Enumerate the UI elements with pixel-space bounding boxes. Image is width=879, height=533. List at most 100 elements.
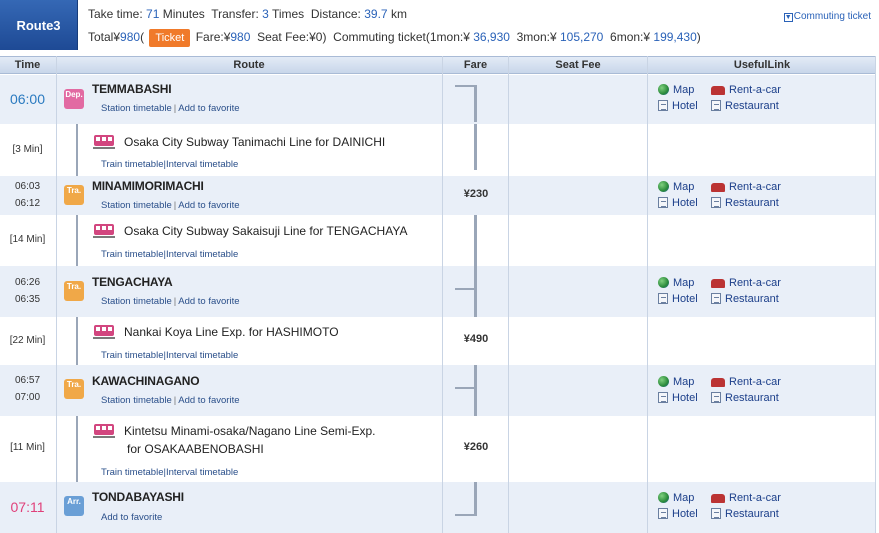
- column-divider: [56, 56, 57, 533]
- col-useful-link: UsefulLink: [733, 59, 791, 71]
- restaurant-link[interactable]: Restaurant: [711, 197, 779, 209]
- map-link[interactable]: Map: [658, 277, 694, 289]
- column-divider: [508, 56, 509, 533]
- restaurant-link[interactable]: Restaurant: [711, 293, 779, 305]
- train-leg-row: [22 Min] Nankai Koya Line Exp. for HASHI…: [0, 317, 876, 365]
- col-fare: Fare: [463, 59, 488, 71]
- rent-a-car-link[interactable]: Rent-a-car: [711, 376, 781, 388]
- ride-duration: [11 Min]: [10, 442, 45, 453]
- restaurant-link-label: Restaurant: [725, 197, 779, 209]
- restaurant-link-label: Restaurant: [725, 392, 779, 404]
- line-name[interactable]: Kintetsu Minami-osaka/Nagano Line Semi-E…: [124, 424, 375, 438]
- arrival-time: 06:26: [14, 277, 41, 288]
- add-favorite-link[interactable]: Add to favorite: [178, 296, 239, 307]
- transfer-unit: Times: [271, 7, 305, 21]
- route-line: [76, 317, 78, 365]
- commuting-ticket-link[interactable]: ▼ Commuting ticket: [783, 11, 871, 22]
- transfer-badge: Tra.: [64, 185, 84, 205]
- commuting-1mon-value: 36,930: [473, 30, 510, 44]
- seat-fee-close: ): [322, 30, 327, 44]
- map-link-label: Map: [673, 84, 695, 96]
- line-name[interactable]: Osaka City Subway Sakaisuji Line for TEN…: [124, 224, 407, 238]
- map-link-label: Map: [673, 376, 695, 388]
- add-favorite-link[interactable]: Add to favorite: [101, 512, 162, 523]
- route-line: [76, 124, 78, 176]
- expand-icon: ▼: [783, 13, 793, 22]
- ride-duration: [3 Min]: [12, 144, 43, 155]
- interval-timetable-link[interactable]: Interval timetable: [166, 350, 238, 361]
- train-timetable-link[interactable]: Train timetable: [101, 249, 163, 260]
- rent-a-car-link-label: Rent-a-car: [729, 181, 781, 193]
- station-timetable-link[interactable]: Station timetable: [101, 296, 172, 307]
- total-label: Total¥: [88, 30, 121, 44]
- map-link[interactable]: Map: [658, 181, 694, 193]
- add-favorite-link[interactable]: Add to favorite: [178, 395, 239, 406]
- map-link[interactable]: Map: [658, 492, 694, 504]
- globe-icon: [658, 376, 669, 387]
- line-name[interactable]: Nankai Koya Line Exp. for HASHIMOTO: [124, 325, 339, 339]
- station-name[interactable]: TENGACHAYA: [92, 275, 173, 289]
- train-timetable-link[interactable]: Train timetable: [101, 350, 163, 361]
- line-name[interactable]: Osaka City Subway Tanimachi Line for DAI…: [124, 135, 385, 149]
- hotel-link[interactable]: Hotel: [658, 508, 698, 520]
- arrival-time: 06:57: [14, 375, 41, 386]
- fare-amount: ¥260: [463, 441, 489, 453]
- station-timetable-link[interactable]: Station timetable: [101, 395, 172, 406]
- hotel-link-label: Hotel: [672, 293, 698, 305]
- commuting-label: Commuting ticket(1mon:¥: [333, 30, 470, 44]
- route-tab[interactable]: Route3: [0, 0, 78, 50]
- station-timetable-link[interactable]: Station timetable: [101, 103, 172, 114]
- departure-time: 06:35: [14, 294, 41, 305]
- add-favorite-link[interactable]: Add to favorite: [178, 200, 239, 211]
- commuting-3mon-label: 3mon:¥: [516, 30, 557, 44]
- car-icon: [711, 378, 725, 387]
- fare-connector-tick: [455, 387, 475, 389]
- map-link-label: Map: [673, 492, 695, 504]
- fare-connector-tick: [455, 288, 475, 290]
- fare-connector: [474, 482, 477, 516]
- station-row: 06:26 06:35 Tra. TENGACHAYA Station time…: [0, 266, 876, 317]
- interval-timetable-link[interactable]: Interval timetable: [166, 159, 238, 170]
- map-link[interactable]: Map: [658, 84, 694, 96]
- transfer-label: Transfer:: [211, 7, 259, 21]
- rent-a-car-link[interactable]: Rent-a-car: [711, 277, 781, 289]
- interval-timetable-link[interactable]: Interval timetable: [166, 249, 238, 260]
- interval-timetable-link[interactable]: Interval timetable: [166, 467, 238, 478]
- arrival-time: 07:11: [10, 499, 45, 515]
- route-line: [76, 416, 78, 482]
- rent-a-car-link[interactable]: Rent-a-car: [711, 181, 781, 193]
- hotel-link[interactable]: Hotel: [658, 100, 698, 112]
- station-name[interactable]: KAWACHINAGANO: [92, 374, 200, 388]
- station-links: Station timetable | Add to favorite: [101, 103, 240, 114]
- station-name[interactable]: MINAMIMORIMACHI: [92, 179, 204, 193]
- take-time-value: 71: [146, 7, 160, 21]
- station-name[interactable]: TONDABAYASHI: [92, 490, 184, 504]
- line-destination[interactable]: for OSAKAABENOBASHI: [127, 442, 264, 456]
- add-favorite-link[interactable]: Add to favorite: [178, 103, 239, 114]
- departure-time: 07:00: [14, 392, 41, 403]
- table-header: Time Route Fare Seat Fee UsefulLink: [0, 56, 876, 74]
- restaurant-link[interactable]: Restaurant: [711, 508, 779, 520]
- map-link[interactable]: Map: [658, 376, 694, 388]
- total-value: 980: [120, 30, 141, 44]
- rent-a-car-link[interactable]: Rent-a-car: [711, 492, 781, 504]
- train-leg-row: [14 Min] Osaka City Subway Sakaisuji Lin…: [0, 215, 876, 266]
- train-timetable-link[interactable]: Train timetable: [101, 159, 163, 170]
- station-timetable-link[interactable]: Station timetable: [101, 200, 172, 211]
- restaurant-icon: [711, 392, 721, 403]
- restaurant-link[interactable]: Restaurant: [711, 392, 779, 404]
- restaurant-link[interactable]: Restaurant: [711, 100, 779, 112]
- hotel-link[interactable]: Hotel: [658, 392, 698, 404]
- train-timetable-link[interactable]: Train timetable: [101, 467, 163, 478]
- fare-connector: [474, 365, 477, 416]
- ticket-button[interactable]: Ticket: [149, 29, 191, 47]
- train-icon: [93, 424, 115, 438]
- hotel-link[interactable]: Hotel: [658, 197, 698, 209]
- rent-a-car-link[interactable]: Rent-a-car: [711, 84, 781, 96]
- departure-time: 06:12: [14, 198, 41, 209]
- fare-connector: [474, 85, 477, 122]
- hotel-link[interactable]: Hotel: [658, 293, 698, 305]
- fare-connector: [474, 215, 477, 266]
- seat-fee-label: Seat Fee:¥: [257, 30, 316, 44]
- station-name[interactable]: TEMMABASHI: [92, 82, 172, 96]
